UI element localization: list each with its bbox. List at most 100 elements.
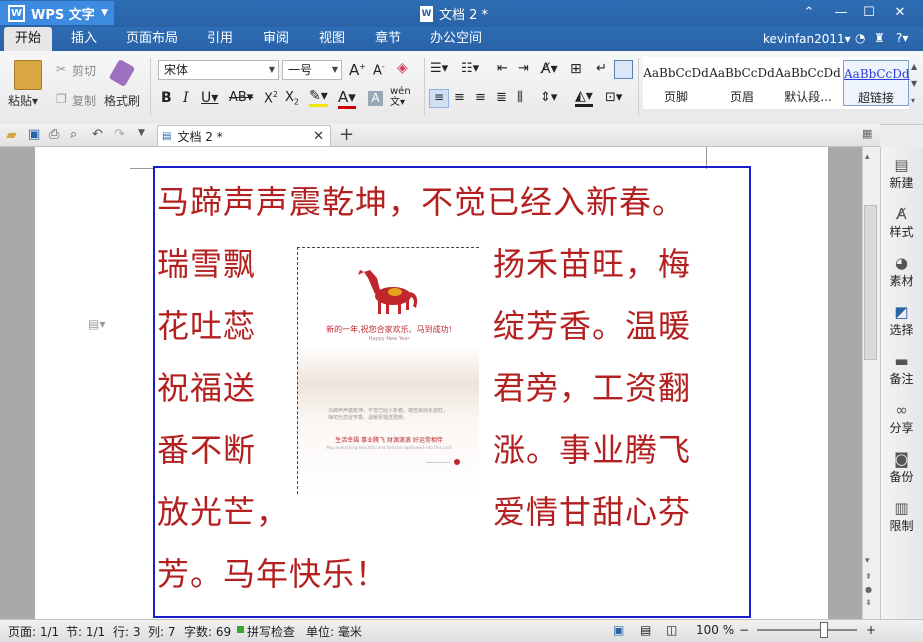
chinese-layout-icon[interactable]: A̸▾: [541, 61, 558, 77]
paste-icon[interactable]: [14, 60, 42, 90]
borders-icon[interactable]: ⊡▾: [605, 90, 622, 105]
increase-indent-icon[interactable]: ⇥: [518, 61, 529, 76]
close-icon[interactable]: ✕: [889, 3, 911, 23]
restrict-icon: ▥: [894, 499, 909, 517]
numbered-list-icon[interactable]: ☷▾: [461, 61, 479, 76]
justify-icon[interactable]: ≣: [496, 90, 507, 105]
zoom-slider-track[interactable]: [757, 629, 857, 631]
shading-icon[interactable]: ◭▾: [575, 88, 593, 107]
sidebar-item-backup[interactable]: ◙ 备份: [880, 450, 923, 485]
scroll-down-icon[interactable]: ▾: [865, 556, 870, 566]
minimize-icon[interactable]: —: [830, 3, 852, 23]
style-scroll-arrows-icon[interactable]: ▲ ▼ ▾: [911, 58, 917, 109]
char-shading-icon[interactable]: A: [368, 91, 383, 106]
style-header[interactable]: AaBbCcDd 页眉: [709, 60, 775, 106]
scroll-thumb[interactable]: [864, 205, 877, 360]
tab-chapter[interactable]: 章节: [366, 27, 410, 51]
page-view-icon[interactable]: ▣: [613, 623, 624, 637]
table-icon[interactable]: ⊞: [570, 61, 582, 77]
print-icon[interactable]: ⎙: [49, 127, 59, 142]
browse-object-icon[interactable]: ●: [865, 585, 872, 594]
scroll-up-icon[interactable]: ▴: [865, 152, 870, 162]
italic-icon[interactable]: I: [183, 90, 189, 106]
sidebar-item-share[interactable]: ∞ 分享: [880, 401, 923, 436]
app-menu-button[interactable]: W WPS 文字 ▼: [0, 1, 114, 25]
zoom-in-icon[interactable]: +: [866, 623, 876, 637]
align-right-icon[interactable]: ≡: [475, 90, 486, 105]
outline-view-icon[interactable]: ▤: [640, 623, 651, 637]
shrink-font-icon[interactable]: A-: [373, 62, 385, 78]
tab-review[interactable]: 审阅: [254, 27, 298, 51]
status-unit[interactable]: 单位: 毫米: [306, 623, 362, 640]
bold-icon[interactable]: B: [161, 90, 172, 106]
open-folder-icon[interactable]: ▰: [6, 127, 17, 143]
collapse-ribbon-icon[interactable]: ⌃: [798, 3, 820, 23]
strikethrough-icon[interactable]: AB▾: [229, 90, 253, 105]
sidebar-item-styles[interactable]: A̸ 样式: [880, 205, 923, 240]
font-color-icon[interactable]: A▾: [338, 88, 356, 109]
sidebar-item-restrict[interactable]: ▥ 限制: [880, 499, 923, 534]
tab-insert[interactable]: 插入: [62, 27, 106, 51]
prev-page-icon[interactable]: ⇞: [865, 572, 872, 581]
zoom-slider-thumb[interactable]: [820, 622, 828, 638]
sidebar-item-new[interactable]: ▤ 新建: [880, 156, 923, 191]
print-preview-icon[interactable]: ⌕: [70, 127, 77, 142]
skin-icon[interactable]: ◔: [855, 31, 865, 45]
font-name-select[interactable]: 宋体 ▼: [158, 60, 279, 80]
subscript-icon[interactable]: X2: [285, 90, 299, 107]
help-icon[interactable]: ?▾: [896, 31, 908, 45]
paragraph-layout-icon[interactable]: ▤▾: [88, 317, 105, 331]
close-tab-icon[interactable]: ✕: [313, 129, 324, 144]
next-page-icon[interactable]: ⇟: [865, 598, 872, 607]
document-tab[interactable]: ▤ 文档 2 * ✕: [157, 125, 331, 146]
format-painter-button[interactable]: 格式刷: [104, 92, 140, 109]
align-center-icon[interactable]: ≡: [454, 90, 465, 105]
superscript-icon[interactable]: X2: [264, 90, 278, 106]
tab-menu-icon[interactable]: ▦: [862, 127, 872, 140]
tab-view[interactable]: 视图: [310, 27, 354, 51]
decrease-indent-icon[interactable]: ⇤: [497, 61, 508, 76]
font-size-select[interactable]: 一号 ▼: [282, 60, 342, 80]
web-view-icon[interactable]: ◫: [666, 623, 677, 637]
copy-button[interactable]: 复制: [72, 92, 96, 109]
bullet-list-icon[interactable]: ☰▾: [430, 61, 448, 76]
copy-icon: ❐: [56, 92, 67, 106]
highlight-icon[interactable]: ✎▾: [309, 88, 328, 107]
underline-icon[interactable]: U▾: [201, 90, 218, 106]
tab-references[interactable]: 引用: [198, 27, 242, 51]
save-icon[interactable]: ▣: [28, 127, 40, 142]
show-grid-icon[interactable]: [614, 60, 633, 79]
quick-access-dropdown-icon[interactable]: ▼: [138, 128, 145, 138]
user-account[interactable]: kevinfan2011▾: [763, 32, 851, 46]
style-footer[interactable]: AaBbCcDd 页脚: [643, 60, 709, 106]
redo-icon[interactable]: ↷: [114, 127, 125, 142]
tab-home[interactable]: 开始: [4, 27, 52, 51]
tab-page-layout[interactable]: 页面布局: [118, 27, 186, 51]
clear-format-icon[interactable]: ◈: [397, 60, 408, 76]
line-spacing-icon[interactable]: ⇕▾: [540, 90, 557, 105]
zoom-out-icon[interactable]: −: [739, 623, 749, 637]
status-word-count[interactable]: 字数: 69: [184, 623, 231, 640]
zoom-level[interactable]: 100 %: [696, 623, 734, 637]
undo-icon[interactable]: ↶: [92, 127, 103, 142]
spell-check-button[interactable]: 拼写检查: [247, 623, 295, 640]
sidebar-item-materials[interactable]: ◕ 素材: [880, 254, 923, 289]
paste-button[interactable]: 粘贴▾: [8, 92, 38, 109]
maximize-icon[interactable]: ☐: [858, 3, 880, 23]
document-tab-bar: [0, 124, 880, 147]
style-default-paragraph[interactable]: AaBbCcDd 默认段...: [775, 60, 841, 106]
grow-font-icon[interactable]: A+: [349, 61, 366, 79]
style-hyperlink[interactable]: AaBbCcDd 超链接: [843, 60, 910, 106]
sidebar-item-notes[interactable]: ▬ 备注: [880, 352, 923, 387]
text-selection-frame: [153, 166, 751, 618]
align-left-icon[interactable]: ≡: [429, 89, 449, 108]
new-tab-icon[interactable]: +: [339, 124, 354, 145]
sidebar-item-select[interactable]: ◩ 选择: [880, 303, 923, 338]
cut-button[interactable]: 剪切: [72, 62, 96, 79]
tab-office-space[interactable]: 办公空间: [424, 27, 488, 51]
distributed-icon[interactable]: ⫼: [517, 90, 523, 105]
phonetic-guide-icon[interactable]: wén 文▾: [390, 86, 411, 108]
shirt-icon[interactable]: ♜: [874, 31, 885, 45]
paragraph-mark-icon[interactable]: ↵: [596, 61, 607, 76]
status-section: 节: 1/1: [66, 625, 106, 639]
